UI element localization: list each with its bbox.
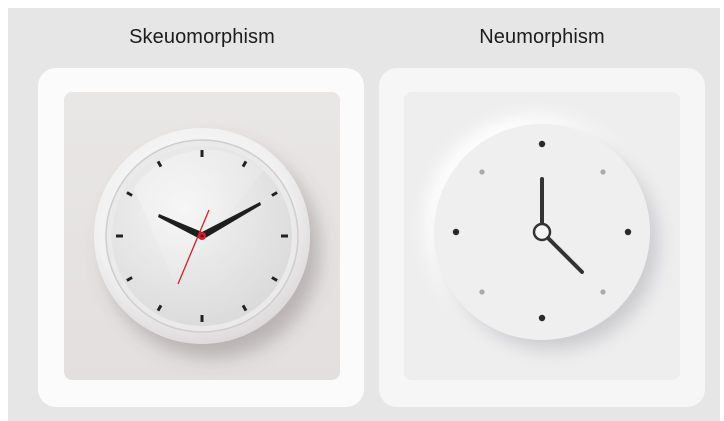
neumorphism-card bbox=[379, 68, 705, 407]
neumorphic-clock-icon bbox=[434, 124, 650, 340]
neumorphism-panel bbox=[404, 92, 680, 380]
skeuomorphism-panel bbox=[64, 92, 340, 380]
skeuomorphism-caption: Skeuomorphism bbox=[129, 26, 275, 48]
center-pin bbox=[200, 234, 204, 238]
neumorphism-caption: Neumorphism bbox=[479, 26, 605, 48]
skeuomorphism-card bbox=[38, 68, 364, 407]
skeuomorphic-clock-icon bbox=[94, 128, 310, 344]
center-cap bbox=[532, 222, 552, 242]
